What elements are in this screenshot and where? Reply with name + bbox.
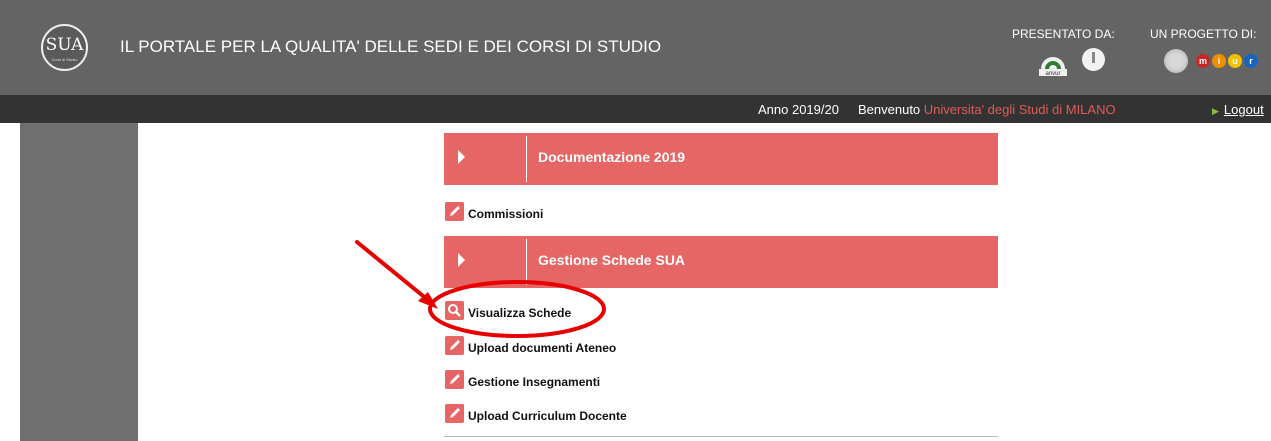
caret-right-icon — [458, 150, 465, 164]
menu-item-label: Visualizza Schede — [468, 306, 572, 320]
section-gestione-schede[interactable]: Gestione Schede SUA — [444, 236, 998, 288]
logo-text: SUA — [45, 35, 84, 55]
pencil-icon — [445, 370, 464, 389]
university-name: Universita' degli Studi di MILANO — [923, 102, 1116, 117]
section-title: Documentazione 2019 — [538, 149, 686, 165]
left-sidebar — [20, 123, 138, 441]
menu-item-label: Commissioni — [468, 207, 544, 221]
logout-link[interactable]: ▶ Logout — [1212, 102, 1264, 117]
logo-subtext: Corsi di Studio — [51, 57, 78, 62]
menu-item-label: Gestione Insegnamenti — [468, 375, 601, 389]
site-title: IL PORTALE PER LA QUALITA' DELLE SEDI E … — [120, 37, 662, 56]
presented-by-label: PRESENTATO DA: — [1012, 27, 1115, 41]
project-by-label: UN PROGETTO DI: — [1150, 27, 1257, 41]
highlight-arrow-line — [355, 240, 430, 302]
menu-item-label: Upload documenti Ateneo — [468, 341, 617, 355]
section-divider — [526, 136, 527, 182]
magnifier-icon — [445, 301, 464, 320]
welcome-label: Benvenuto — [858, 102, 921, 117]
site-header: SUA Corsi di Studio IL PORTALE PER LA QU… — [0, 0, 1271, 95]
highlight-arrow-head — [418, 292, 438, 309]
user-bar: Anno 2019/20 Benvenuto Universita' degli… — [0, 95, 1271, 123]
pencil-icon — [445, 202, 464, 221]
miur-logo[interactable]: m i u r — [1196, 53, 1258, 70]
academic-year: Anno 2019/20 — [758, 102, 839, 117]
pencil-icon — [445, 336, 464, 355]
svg-text:anvur: anvur — [1045, 71, 1060, 76]
sua-small-logo-icon[interactable] — [1082, 48, 1105, 71]
section-title: Gestione Schede SUA — [538, 252, 686, 268]
miur-letter: u — [1228, 54, 1242, 68]
italian-republic-emblem-icon[interactable] — [1164, 49, 1188, 73]
triangle-right-icon: ▶ — [1212, 106, 1219, 116]
miur-letter: m — [1196, 54, 1210, 68]
logout-label: Logout — [1223, 102, 1264, 117]
content-bottom-divider — [444, 436, 998, 437]
pencil-icon — [445, 404, 464, 423]
miur-letter: r — [1244, 54, 1258, 68]
section-divider — [526, 239, 527, 285]
sua-logo[interactable]: SUA Corsi di Studio — [41, 24, 88, 71]
section-documentazione[interactable]: Documentazione 2019 — [444, 133, 998, 185]
anvur-logo-icon[interactable]: anvur — [1037, 51, 1069, 76]
welcome-text: Benvenuto Universita' degli Studi di MIL… — [858, 102, 1116, 117]
caret-right-icon — [458, 253, 465, 267]
miur-letter: i — [1212, 54, 1226, 68]
menu-item-label: Upload Curriculum Docente — [468, 409, 627, 423]
